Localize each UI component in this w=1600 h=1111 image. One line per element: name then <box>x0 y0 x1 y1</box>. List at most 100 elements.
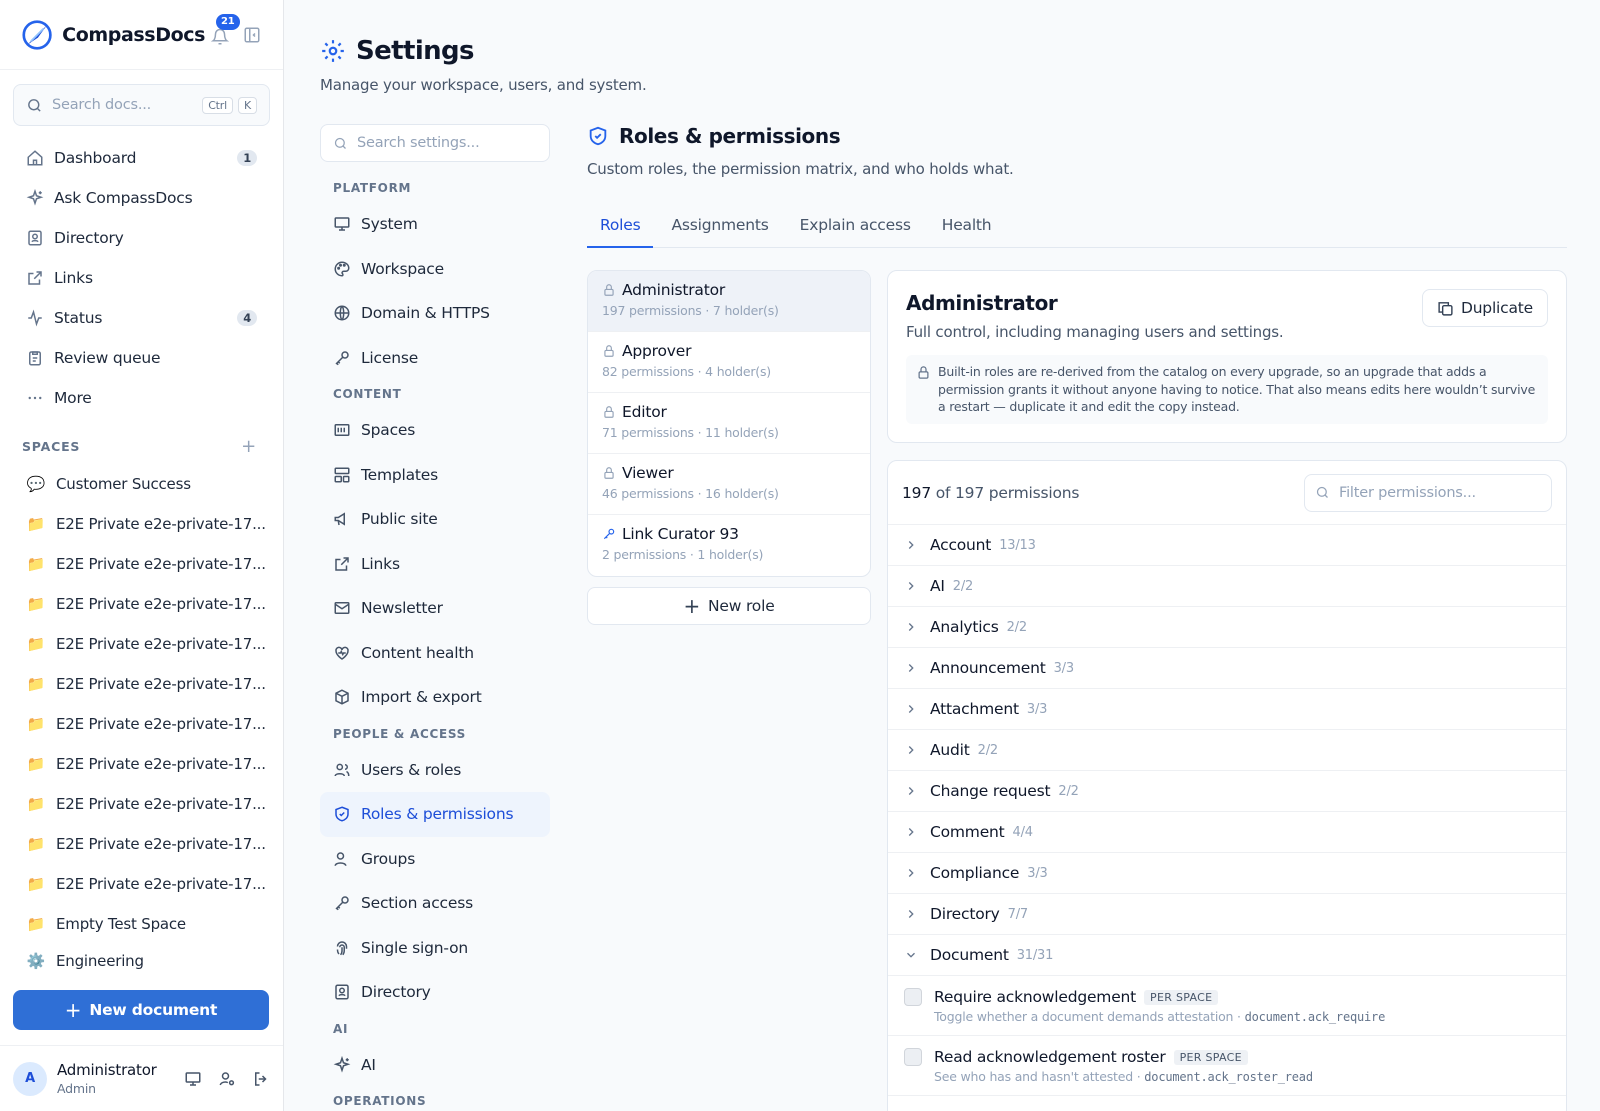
permission-category[interactable]: Attachment 3/3 <box>888 689 1566 730</box>
permission-category[interactable]: Directory 7/7 <box>888 894 1566 935</box>
space-item[interactable]: 📁 E2E Private e2e-private-17... <box>0 744 283 784</box>
sparkles-icon <box>26 189 44 206</box>
space-item[interactable]: 📁 E2E Private e2e-private-17... <box>0 704 283 744</box>
tab-assignments[interactable]: Assignments <box>658 210 781 247</box>
chevron-right-icon <box>908 541 914 549</box>
settings-item-directory[interactable]: Directory <box>320 970 550 1015</box>
add-space-icon[interactable]: + <box>241 436 257 457</box>
spaces-heading: SPACES + <box>22 435 257 457</box>
role-item-viewer[interactable]: Viewer 46 permissions · 16 holder(s) <box>588 454 870 515</box>
space-item[interactable]: 📁 E2E Private e2e-private-17... <box>0 664 283 704</box>
space-item[interactable]: 💬 Customer Success <box>0 464 283 504</box>
search-placeholder: Search docs... <box>52 97 152 113</box>
dots-icon <box>28 396 42 400</box>
settings-item-links[interactable]: Links <box>320 542 550 587</box>
role-item-administrator[interactable]: Administrator 197 permissions · 7 holder… <box>588 271 870 332</box>
shield-check-icon <box>589 126 607 146</box>
space-item[interactable]: 📁 E2E Private e2e-private-17... <box>0 544 283 584</box>
external-link-icon <box>335 557 349 571</box>
avatar[interactable]: A <box>13 1061 47 1096</box>
settings-item-system[interactable]: System <box>320 202 550 247</box>
clipboard-icon <box>29 351 41 366</box>
new-document-button[interactable]: + New document <box>13 990 269 1030</box>
settings-item-workspace[interactable]: Workspace <box>320 247 550 292</box>
settings-group-ai: AI <box>333 1021 349 1036</box>
permission-checkbox[interactable] <box>904 988 922 1006</box>
category-name: Compliance <box>930 864 1020 882</box>
folder-icon: 📁 <box>26 875 46 893</box>
search-docs-input[interactable]: Search docs... Ctrl K <box>13 84 270 126</box>
space-item[interactable]: 📁 E2E Private e2e-private-17... <box>0 864 283 904</box>
monitor-icon[interactable] <box>184 1070 202 1088</box>
permission-name: Read acknowledgement roster <box>934 1048 1166 1066</box>
filter-permissions-input[interactable]: Filter permissions... <box>1304 473 1552 512</box>
category-name: Comment <box>930 823 1005 841</box>
permission-category[interactable]: Audit 2/2 <box>888 730 1566 771</box>
permission-category[interactable]: Announcement 3/3 <box>888 648 1566 689</box>
nav-item-more[interactable]: More <box>0 378 283 418</box>
settings-search-input[interactable]: Search settings... <box>320 124 550 162</box>
permission-checkbox[interactable] <box>904 1048 922 1066</box>
role-item-link-curator[interactable]: Link Curator 93 2 permissions · 1 holder… <box>588 515 870 576</box>
settings-item-domain[interactable]: Domain & HTTPS <box>320 291 550 336</box>
tab-roles[interactable]: Roles <box>587 210 654 248</box>
nav-item-links[interactable]: Links <box>0 258 283 298</box>
duplicate-button[interactable]: Duplicate <box>1421 289 1548 327</box>
settings-item-public-site[interactable]: Public site <box>320 497 550 542</box>
category-count: 31/31 <box>1016 947 1054 963</box>
collapse-sidebar-icon[interactable] <box>243 26 261 44</box>
space-item[interactable]: 📁 E2E Private e2e-private-17... <box>0 584 283 624</box>
settings-item-users-roles[interactable]: Users & roles <box>320 748 550 793</box>
settings-item-import-export[interactable]: Import & export <box>320 675 550 720</box>
new-role-button[interactable]: + New role <box>587 587 871 625</box>
category-count: 7/7 <box>1007 906 1029 922</box>
sparkles-icon <box>333 1055 351 1073</box>
nav-item-status[interactable]: Status 4 <box>0 298 283 338</box>
settings-item-templates[interactable]: Templates <box>320 453 550 498</box>
permission-category[interactable]: Account 13/13 <box>888 525 1566 566</box>
settings-item-roles-permissions[interactable]: Roles & permissions <box>320 792 550 837</box>
settings-item-spaces[interactable]: Spaces <box>320 408 550 453</box>
permission-category[interactable]: Compliance 3/3 <box>888 853 1566 894</box>
category-name: Attachment <box>930 700 1019 718</box>
settings-item-groups[interactable]: Groups <box>320 837 550 882</box>
space-item[interactable]: ⚙️ Engineering <box>0 944 283 974</box>
space-item[interactable]: 📁 E2E Private e2e-private-17... <box>0 624 283 664</box>
settings-item-sso[interactable]: Single sign-on <box>320 926 550 971</box>
settings-item-content-health[interactable]: Content health <box>320 631 550 676</box>
nav-item-dashboard[interactable]: Dashboard 1 <box>0 138 283 178</box>
settings-item-section-access[interactable]: Section access <box>320 881 550 926</box>
category-count: 3/3 <box>1027 865 1048 881</box>
logout-icon[interactable] <box>252 1070 270 1088</box>
settings-item-ai[interactable]: AI <box>320 1043 550 1088</box>
nav-item-directory[interactable]: Directory <box>0 218 283 258</box>
brand-name: CompassDocs <box>62 23 205 46</box>
tab-explain-access[interactable]: Explain access <box>787 210 924 247</box>
permission-category[interactable]: AI 2/2 <box>888 566 1566 607</box>
user-settings-icon[interactable] <box>218 1070 236 1088</box>
space-item[interactable]: 📁 E2E Private e2e-private-17... <box>0 824 283 864</box>
notifications-bell-icon[interactable]: 21 <box>211 13 240 46</box>
category-name: Audit <box>930 741 970 759</box>
settings-item-newsletter[interactable]: Newsletter <box>320 586 550 631</box>
permission-category[interactable]: Analytics 2/2 <box>888 607 1566 648</box>
permission-category[interactable]: Comment 4/4 <box>888 812 1566 853</box>
permission-category[interactable]: Change request 2/2 <box>888 771 1566 812</box>
nav-item-review-queue[interactable]: Review queue <box>0 338 283 378</box>
space-item[interactable]: 📁 Empty Test Space <box>0 904 283 944</box>
search-icon <box>28 98 41 112</box>
role-item-approver[interactable]: Approver 82 permissions · 4 holder(s) <box>588 332 870 393</box>
space-item[interactable]: 📁 E2E Private e2e-private-17... <box>0 504 283 544</box>
role-item-editor[interactable]: Editor 71 permissions · 11 holder(s) <box>588 393 870 454</box>
search-icon <box>1316 486 1328 498</box>
folder-icon: 📁 <box>26 555 46 573</box>
settings-item-license[interactable]: License <box>320 336 550 381</box>
roles-permissions-section: Roles & permissions Custom roles, the pe… <box>587 124 1567 1111</box>
permission-category[interactable]: Document 31/31 <box>888 935 1566 976</box>
tab-health[interactable]: Health <box>929 210 1005 247</box>
gear-icon <box>322 40 344 62</box>
folder-icon: 📁 <box>26 635 46 653</box>
folder-icon: 📁 <box>26 915 46 933</box>
nav-item-ask-compassdocs[interactable]: Ask CompassDocs <box>0 178 283 218</box>
space-item[interactable]: 📁 E2E Private e2e-private-17... <box>0 784 283 824</box>
